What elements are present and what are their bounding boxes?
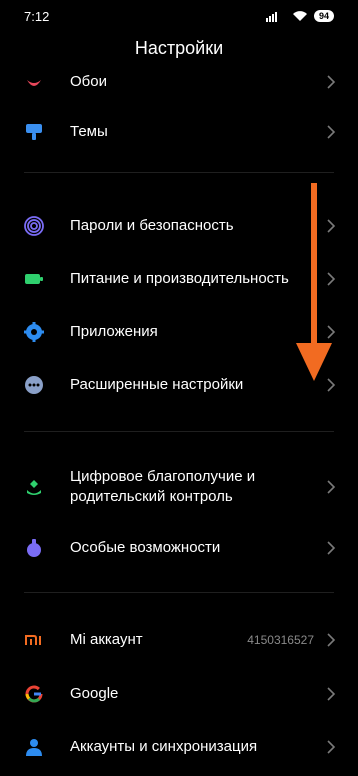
gear-icon xyxy=(24,322,44,342)
settings-item-label: Google xyxy=(70,685,119,702)
section-divider xyxy=(24,172,334,173)
settings-item-mi-account[interactable]: Mi аккаунт 4150316527 xyxy=(0,614,358,666)
chevron-right-icon xyxy=(327,480,336,494)
settings-item-label: Приложения xyxy=(70,323,158,340)
settings-item-accounts-sync[interactable]: Аккаунты и синхронизация xyxy=(0,721,358,773)
chevron-right-icon xyxy=(327,541,336,555)
section-divider xyxy=(24,431,334,432)
settings-item-label: Mi аккаунт xyxy=(70,631,143,648)
settings-item-label: Аккаунты и синхронизация xyxy=(70,738,258,755)
mi-logo-icon xyxy=(24,630,44,650)
battery-icon xyxy=(24,269,44,289)
settings-item-label: Цифровое благополучие и родительский кон… xyxy=(70,468,256,505)
wifi-icon xyxy=(292,11,307,21)
settings-item-label: Расширенные настройки xyxy=(70,376,244,393)
chevron-right-icon xyxy=(327,633,336,647)
battery-level: 94 xyxy=(313,10,334,22)
settings-item-wellbeing[interactable]: Цифровое благополучие и родительский кон… xyxy=(0,462,358,512)
account-icon xyxy=(24,737,44,757)
google-icon xyxy=(24,684,44,704)
accessibility-icon xyxy=(24,538,44,558)
settings-item-themes[interactable]: Темы xyxy=(0,106,358,158)
mi-account-id: 4150316527 xyxy=(247,633,314,647)
chevron-right-icon xyxy=(327,687,336,701)
status-icons: 94 xyxy=(265,10,334,22)
more-icon xyxy=(24,375,44,395)
chevron-right-icon xyxy=(327,740,336,754)
settings-item-label: Обои xyxy=(70,73,107,90)
themes-icon xyxy=(24,122,44,142)
signal-icon xyxy=(265,12,277,22)
wallpaper-icon xyxy=(24,72,44,92)
chevron-right-icon xyxy=(327,75,336,89)
settings-item-google[interactable]: Google xyxy=(0,668,358,720)
settings-item-label: Пароли и безопасность xyxy=(70,217,234,234)
status-bar: 7:12 94 xyxy=(0,0,358,32)
section-divider xyxy=(24,592,334,593)
wellbeing-icon xyxy=(24,477,44,497)
fingerprint-icon xyxy=(24,216,44,236)
settings-item-label: Особые возможности xyxy=(70,539,221,556)
status-time: 7:12 xyxy=(24,8,50,24)
settings-item-accessibility[interactable]: Особые возможности xyxy=(0,522,358,574)
settings-item-label: Питание и производительность xyxy=(70,270,289,287)
chevron-right-icon xyxy=(327,125,336,139)
settings-item-wallpaper[interactable]: Обои xyxy=(0,56,358,108)
scroll-down-arrow-icon xyxy=(296,183,332,381)
settings-item-label: Темы xyxy=(70,123,108,140)
